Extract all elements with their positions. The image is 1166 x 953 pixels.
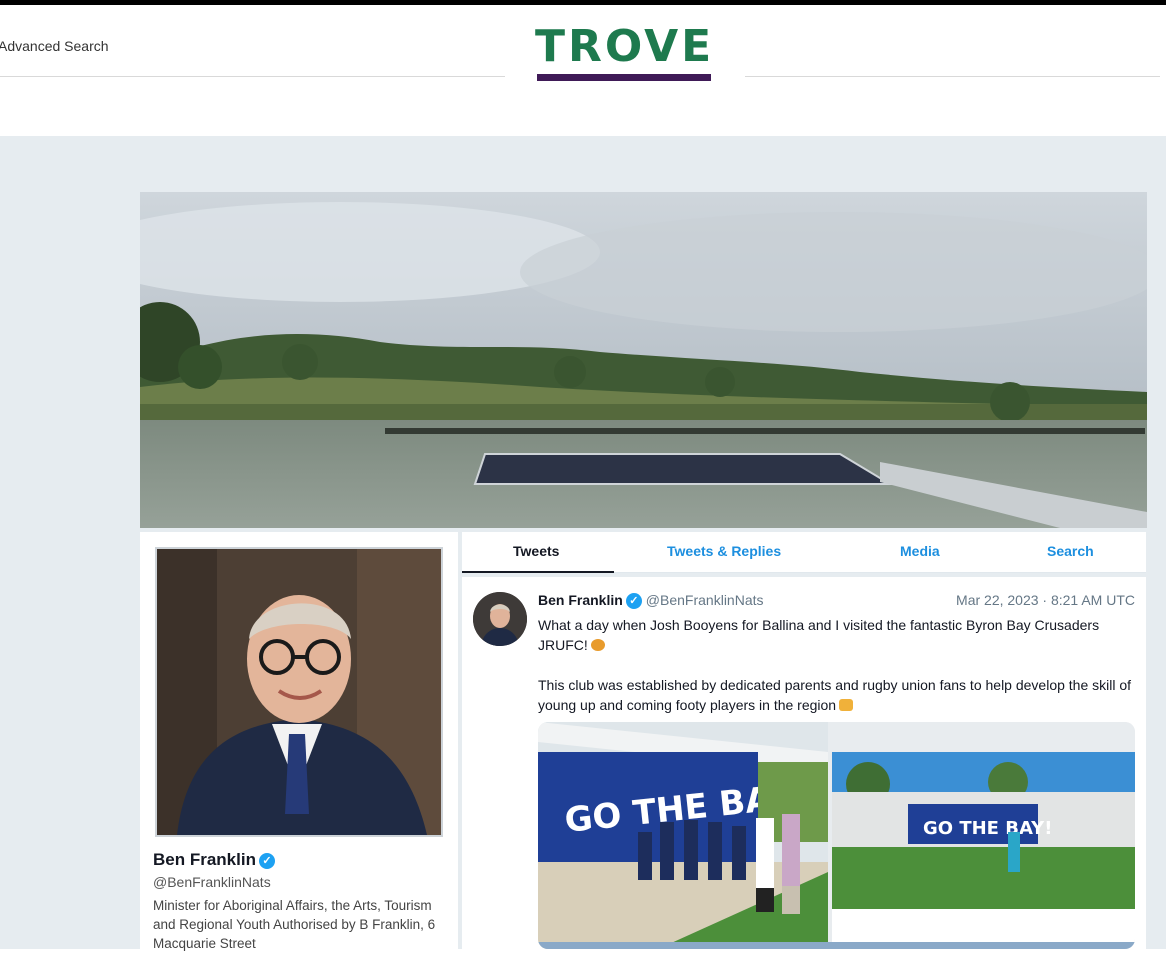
tweet-media-gallery[interactable]: GO THE BAY! GO THE BAY! — [538, 722, 1135, 949]
verified-badge-icon: ✓ — [625, 593, 642, 609]
tweet-author[interactable]: Ben Franklin ✓ @BenFranklinNats — [538, 592, 764, 609]
header-divider-right — [745, 76, 1160, 77]
top-bar — [0, 0, 1166, 5]
tab-tweets-replies[interactable]: Tweets & Replies — [667, 543, 781, 559]
avatar-portrait — [473, 592, 527, 646]
tweet-date[interactable]: Mar 22, 2023 · 8:21 AM UTC — [956, 592, 1135, 608]
mural-text-2: GO THE BAY! — [923, 818, 1052, 839]
tweet-photo-1: GO THE BAY! — [538, 722, 828, 949]
tab-tweets[interactable]: Tweets — [513, 543, 559, 559]
timeline-tabs: Tweets Tweets & Replies Media Search — [462, 532, 1146, 573]
banner-landscape — [140, 192, 1147, 528]
profile-photo[interactable] — [155, 547, 443, 837]
tab-search[interactable]: Search — [1047, 543, 1094, 559]
tweet-photo-2: GO THE BAY! — [832, 722, 1135, 949]
trove-logo-text: TROVE — [535, 21, 715, 72]
tweet-author-name: Ben Franklin — [538, 592, 623, 608]
tweet-text-paragraph-1: What a day when Josh Booyens for Ballina… — [538, 617, 1100, 653]
tweet-author-avatar[interactable] — [473, 592, 527, 646]
tweet-card: Ben Franklin ✓ @BenFranklinNats Mar 22, 20… — [462, 577, 1146, 949]
tweet-author-handle: @BenFranklinNats — [645, 592, 764, 608]
profile-card: Ben Franklin ✓ @BenFranklinNats Minister … — [140, 532, 458, 951]
profile-banner-image — [140, 192, 1147, 528]
tab-media[interactable]: Media — [900, 543, 940, 559]
profile-name-text: Ben Franklin — [153, 850, 256, 869]
active-tab-indicator — [462, 571, 614, 573]
header-divider-left — [0, 76, 505, 77]
trove-logo-underline — [537, 74, 711, 81]
flexed-biceps-emoji-icon — [839, 699, 854, 711]
profile-name[interactable]: Ben Franklin ✓ — [153, 850, 275, 870]
profile-handle[interactable]: @BenFranklinNats — [153, 874, 271, 890]
verified-badge-icon: ✓ — [258, 853, 275, 869]
profile-bio: Minister for Aboriginal Affairs, the Art… — [153, 898, 436, 951]
profile-portrait — [157, 549, 441, 835]
tweet-body: What a day when Josh Booyens for Ballina… — [538, 615, 1138, 715]
rugby-ball-emoji-icon — [590, 639, 605, 651]
tweet-text-paragraph-2: This club was established by dedicated p… — [538, 677, 1132, 713]
tweet-photos: GO THE BAY! GO THE BAY! — [538, 722, 1135, 949]
advanced-search-link[interactable]: Advanced Search — [0, 38, 109, 54]
trove-logo[interactable]: TROVE — [535, 22, 715, 82]
